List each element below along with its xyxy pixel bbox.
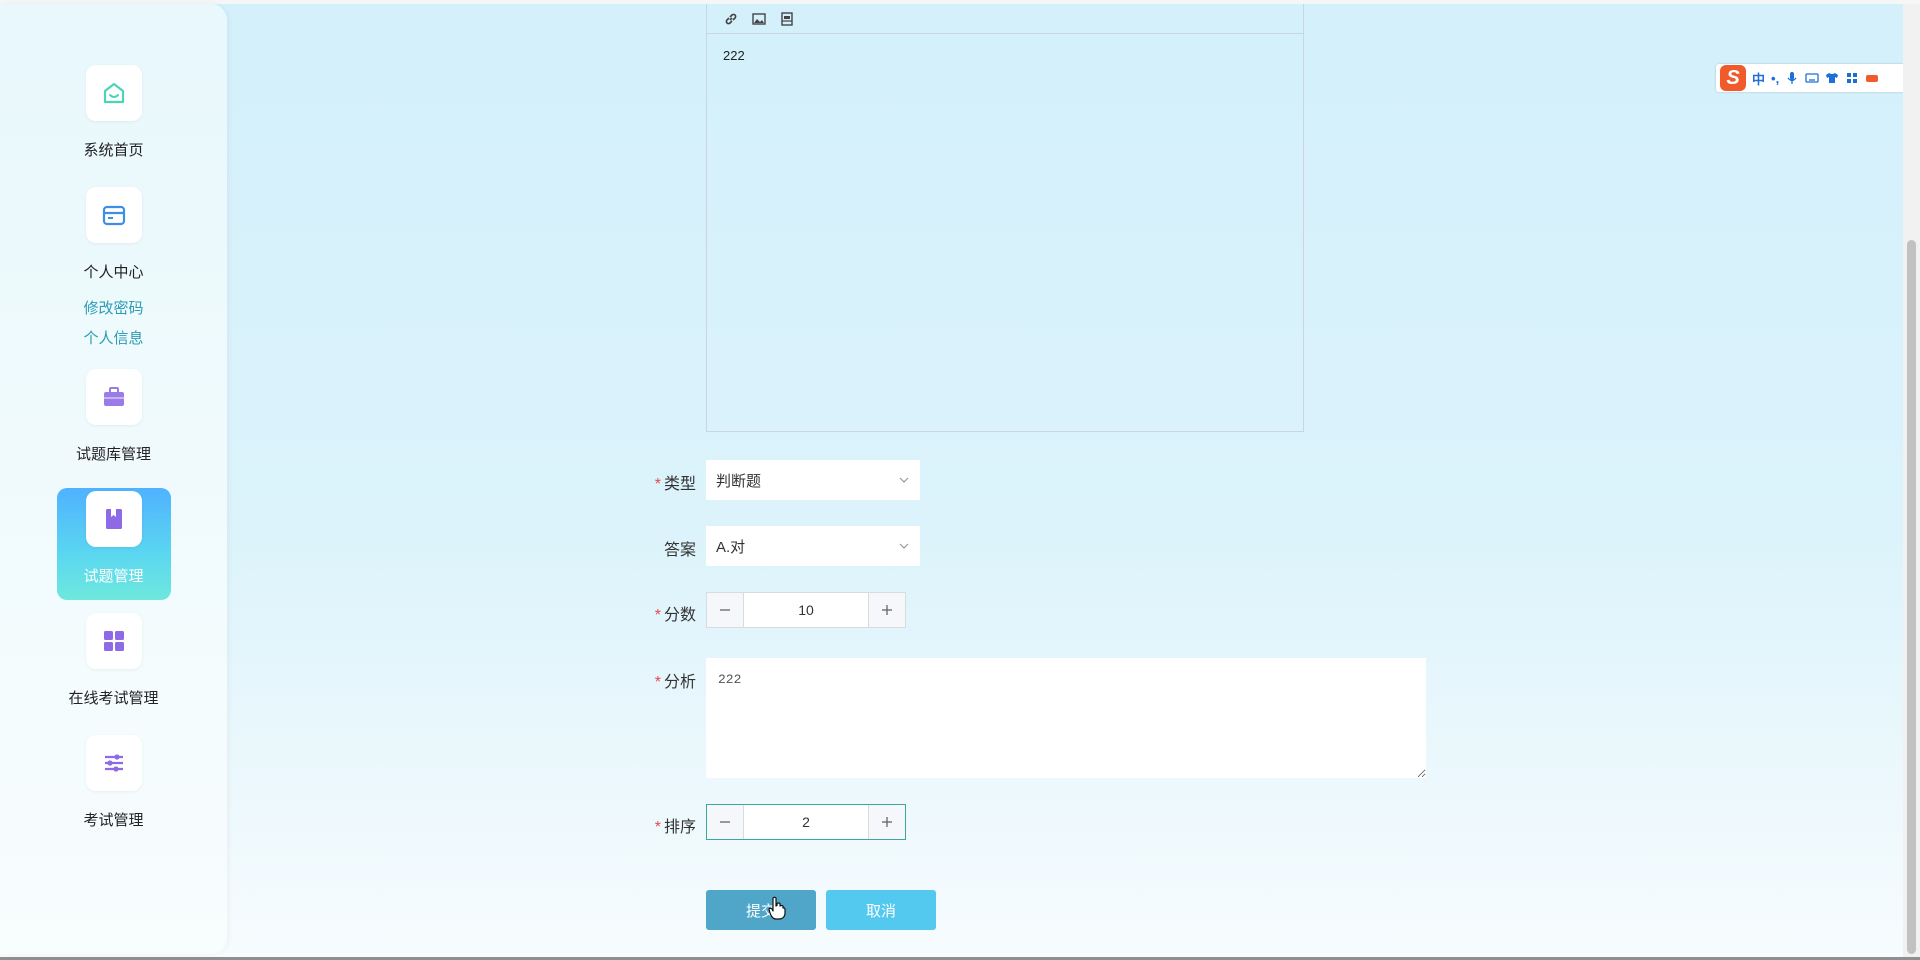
answer-label: 答案 [663,542,696,559]
sidebar-item-label: 系统首页 [83,142,144,159]
grid-icon [85,613,142,669]
submenu-personal-info[interactable]: 个人信息 [0,327,227,348]
score-stepper[interactable] [706,592,906,628]
microphone-icon[interactable] [1785,71,1799,85]
cancel-button[interactable]: 取消 [826,890,936,930]
sidebar: 系统首页 个人中心 修改密码 个人信息 试题库管理 试题管理 在线考试管理 考试… [0,4,227,954]
toolbox-grid-icon[interactable] [1845,71,1859,85]
type-select[interactable]: 判断题 [706,460,920,500]
chevron-down-icon [898,473,910,490]
link-icon[interactable] [723,11,739,27]
rich-text-editor[interactable]: 222 [706,4,1304,432]
sidebar-item-questions[interactable]: 试题管理 [0,491,227,586]
video-icon[interactable] [779,11,795,27]
score-input[interactable] [744,593,868,627]
home-icon [85,65,142,121]
keyboard-icon[interactable] [1805,71,1819,85]
score-increment-button[interactable] [868,593,905,627]
submit-button[interactable]: 提交 [706,890,816,930]
scrollbar-thumb[interactable] [1907,240,1916,954]
sidebar-item-exam[interactable]: 考试管理 [0,735,227,830]
skin-shirt-icon[interactable] [1825,71,1839,85]
score-decrement-button[interactable] [707,593,744,627]
editor-content[interactable]: 222 [707,34,1303,77]
ime-toolbar[interactable]: S 中 •, [1716,64,1908,92]
sidebar-item-label: 在线考试管理 [68,690,159,707]
order-increment-button[interactable] [868,805,905,839]
sidebar-item-question-bank[interactable]: 试题库管理 [0,369,227,464]
score-label: * 分数 [654,607,696,624]
order-input[interactable] [744,805,868,839]
ime-extra-icon[interactable] [1865,71,1879,85]
analysis-label: * 分析 [654,674,696,691]
editor-toolbar [707,4,1303,34]
sidebar-item-online-exam[interactable]: 在线考试管理 [0,613,227,708]
sidebar-item-label: 个人中心 [83,264,144,281]
type-select-value: 判断题 [716,472,762,490]
sliders-icon [85,735,142,791]
submenu-change-password[interactable]: 修改密码 [0,297,227,318]
hand-cursor-icon [768,896,786,925]
ime-mode-toggle[interactable]: 中 [1752,69,1765,88]
order-label: * 排序 [654,819,696,836]
chevron-down-icon [898,539,910,556]
sidebar-item-label: 试题库管理 [75,446,151,463]
ime-punctuation-toggle[interactable]: •, [1771,71,1779,86]
order-decrement-button[interactable] [707,805,744,839]
card-icon [85,187,142,243]
briefcase-icon [85,369,142,425]
image-icon[interactable] [751,11,767,27]
sidebar-item-home[interactable]: 系统首页 [0,65,227,160]
answer-select-value: A.对 [716,538,746,556]
sidebar-item-label: 试题管理 [83,568,144,585]
ime-logo[interactable]: S [1720,65,1746,91]
analysis-textarea[interactable]: 222 [706,658,1426,778]
book-icon [85,491,142,547]
type-label: * 类型 [654,476,696,493]
order-stepper[interactable] [706,804,906,840]
answer-select[interactable]: A.对 [706,526,920,566]
sidebar-item-profile[interactable]: 个人中心 [0,187,227,282]
sidebar-item-label: 考试管理 [83,812,144,829]
